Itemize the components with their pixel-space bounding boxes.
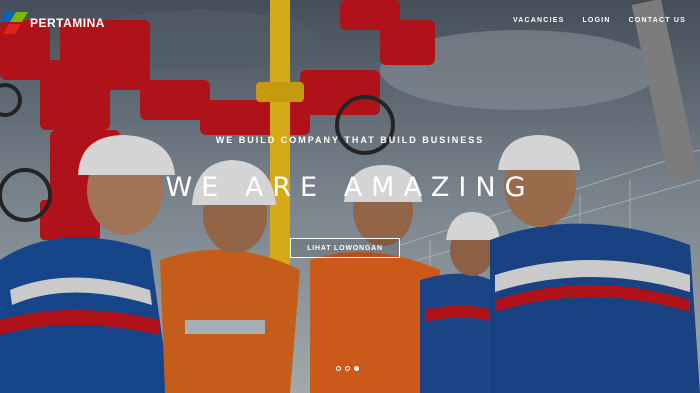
brand-logo[interactable]: PERTAMINA [0, 8, 105, 38]
pertamina-logo-icon [0, 8, 36, 38]
nav-vacancies-link[interactable]: VACANCIES [513, 17, 565, 24]
nav-contact-us-link[interactable]: CONTACT US [629, 17, 686, 24]
carousel-dot-3[interactable] [354, 366, 359, 371]
hero-tagline: WE BUILD COMPANY THAT BUILD BUSINESS [215, 135, 485, 145]
carousel-dot-2[interactable] [345, 366, 350, 371]
nav-login-link[interactable]: LOGIN [582, 17, 610, 24]
brand-name: PERTAMINA [30, 16, 105, 30]
view-vacancies-button[interactable]: LIHAT LOWONGAN [290, 238, 400, 258]
hero-headline: WE ARE AMAZING [165, 172, 535, 203]
carousel-indicators [336, 366, 359, 371]
carousel-dot-1[interactable] [336, 366, 341, 371]
top-navigation: VACANCIES LOGIN CONTACT US [513, 17, 686, 24]
